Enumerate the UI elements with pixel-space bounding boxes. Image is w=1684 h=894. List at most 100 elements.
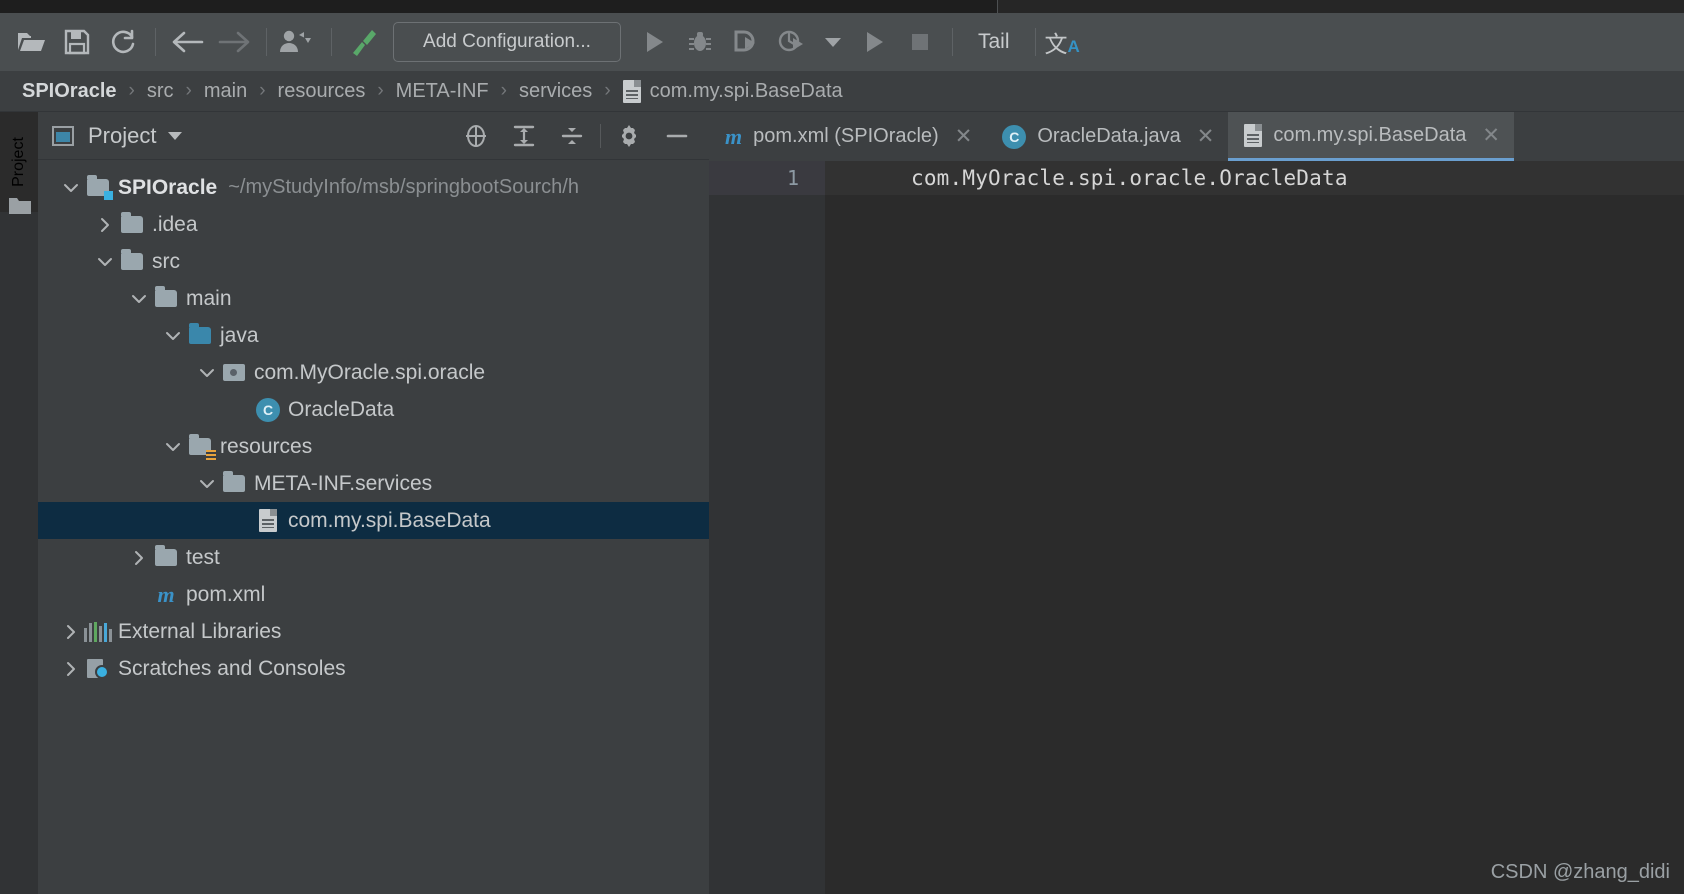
editor-line-number: 1	[709, 161, 825, 195]
back-arrow-icon[interactable]	[165, 20, 211, 64]
tree-row-main[interactable]: main	[38, 280, 709, 317]
tree-row-external-libraries[interactable]: External Libraries	[38, 613, 709, 650]
translate-icon[interactable]: 文A	[1045, 25, 1080, 59]
user-dropdown-icon[interactable]	[276, 20, 322, 64]
tree-twisty-collapsed[interactable]	[58, 661, 84, 677]
tree-twisty-expanded[interactable]	[92, 254, 118, 270]
project-panel-actions	[452, 112, 701, 160]
tree-row-path: ~/myStudyInfo/msb/springbootSourch/h	[228, 176, 579, 198]
tree-row-label: main	[186, 286, 232, 310]
breadcrumb-item-2[interactable]: main	[204, 80, 247, 103]
breadcrumb-file[interactable]: com.my.spi.BaseData	[622, 79, 843, 103]
close-icon[interactable]: ✕	[955, 124, 973, 149]
gear-settings-icon[interactable]	[605, 112, 653, 160]
breadcrumb: SPIOracle › src › main › resources › MET…	[0, 71, 1684, 112]
tree-twisty-expanded[interactable]	[194, 365, 220, 381]
add-configuration-button[interactable]: Add Configuration...	[393, 22, 621, 62]
breadcrumb-item-5[interactable]: services	[519, 80, 592, 103]
open-folder-icon[interactable]	[8, 20, 54, 64]
tree-row-oracledata[interactable]: C OracleData	[38, 391, 709, 428]
chevron-down-icon[interactable]	[168, 131, 183, 140]
tree-row-com-myoracle-spi-oracle[interactable]: com.MyOracle.spi.oracle	[38, 354, 709, 391]
close-icon[interactable]: ✕	[1482, 123, 1500, 148]
tree-twisty-expanded[interactable]	[160, 328, 186, 344]
editor-tab-pom-xml-spioracle-[interactable]: m pom.xml (SPIOracle) ✕	[709, 112, 986, 161]
chevron-down-icon[interactable]	[815, 20, 851, 64]
expand-all-icon[interactable]	[500, 112, 548, 160]
tree-row-scratches-and-consoles[interactable]: Scratches and Consoles	[38, 650, 709, 687]
tree-row-pom-xml[interactable]: m pom.xml	[38, 576, 709, 613]
tail-button[interactable]: Tail	[962, 30, 1026, 54]
build-hammer-icon[interactable]	[341, 20, 387, 64]
run-icon[interactable]	[631, 20, 677, 64]
tree-row-src[interactable]: src	[38, 243, 709, 280]
tree-row-label: SPIOracle	[118, 175, 218, 199]
editor-tab-com-my-spi-basedata[interactable]: com.my.spi.BaseData ✕	[1228, 112, 1514, 161]
hide-panel-icon[interactable]	[653, 112, 701, 160]
stop-icon[interactable]	[897, 20, 943, 64]
source-root-folder-icon	[189, 323, 211, 344]
sidebar-tab-project-label: Project	[10, 137, 27, 187]
tree-row-label: resources	[220, 434, 313, 458]
profiler-icon[interactable]	[769, 20, 815, 64]
java-class-icon: C	[256, 397, 280, 422]
toolbar-separator	[331, 28, 332, 56]
tree-twisty-expanded[interactable]	[194, 476, 220, 492]
project-view-icon	[52, 125, 74, 146]
breadcrumb-item-0[interactable]: SPIOracle	[22, 80, 117, 103]
breadcrumb-separator: ›	[377, 80, 384, 101]
tree-row-resources[interactable]: resources	[38, 428, 709, 465]
text-file-icon	[259, 509, 277, 532]
resource-root-folder-icon	[189, 434, 216, 460]
editor-area: m pom.xml (SPIOracle) ✕ C OracleData.java ✕ co…	[709, 112, 1684, 894]
tree-row--idea[interactable]: .idea	[38, 206, 709, 243]
editor-tab-bar: m pom.xml (SPIOracle) ✕ C OracleData.java ✕ co…	[709, 112, 1684, 161]
breadcrumb-item-3[interactable]: resources	[278, 80, 366, 103]
title-strip-divider	[997, 0, 998, 13]
breadcrumb-separator: ›	[500, 80, 507, 101]
tree-twisty-collapsed[interactable]	[92, 217, 118, 233]
close-icon[interactable]: ✕	[1197, 124, 1215, 149]
tree-row-meta-inf-services[interactable]: META-INF.services	[38, 465, 709, 502]
translate-cn-glyph: 文	[1044, 31, 1068, 57]
tree-row-java[interactable]: java	[38, 317, 709, 354]
locate-target-icon[interactable]	[452, 112, 500, 160]
forward-arrow-icon[interactable]	[211, 20, 257, 64]
editor-code-area[interactable]	[825, 161, 1684, 894]
tree-row-label: Scratches and Consoles	[118, 656, 346, 680]
collapse-all-icon[interactable]	[548, 112, 596, 160]
tree-row-label: com.my.spi.BaseData	[288, 508, 491, 532]
editor-tab-label: com.my.spi.BaseData	[1273, 123, 1467, 146]
maven-icon: m	[725, 123, 743, 149]
tree-twisty-expanded[interactable]	[58, 180, 84, 196]
editor-line-text[interactable]: com.MyOracle.spi.oracle.OracleData	[825, 161, 1348, 195]
sync-refresh-icon[interactable]	[100, 20, 146, 64]
tree-row-com-my-spi-basedata[interactable]: com.my.spi.BaseData	[38, 502, 709, 539]
left-strip-folder-icon[interactable]	[8, 196, 32, 216]
idea-window: Add Configuration... Tail 文 A SPIOracle …	[0, 0, 1684, 894]
editor-tab-oracledata-java[interactable]: C OracleData.java ✕	[986, 112, 1228, 161]
maven-icon: m	[157, 581, 175, 607]
breadcrumb-item-4[interactable]: META-INF	[396, 80, 489, 103]
folder-icon	[121, 249, 143, 270]
left-tool-strip	[0, 112, 38, 894]
tree-twisty-expanded[interactable]	[126, 291, 152, 307]
debug-icon[interactable]	[677, 20, 723, 64]
project-panel-header: Project	[38, 112, 709, 160]
translate-a-glyph: A	[1067, 37, 1080, 56]
save-all-icon[interactable]	[54, 20, 100, 64]
run-with-coverage-icon[interactable]	[723, 20, 769, 64]
folder-icon	[121, 212, 143, 233]
breadcrumb-item-1[interactable]: src	[147, 80, 174, 103]
text-file-icon	[622, 79, 641, 103]
tree-row-test[interactable]: test	[38, 539, 709, 576]
tree-twisty-collapsed[interactable]	[126, 550, 152, 566]
tree-twisty-collapsed[interactable]	[58, 624, 84, 640]
tree-twisty-expanded[interactable]	[160, 439, 186, 455]
editor-gutter	[709, 161, 825, 894]
tree-row-label: .idea	[152, 212, 198, 236]
tree-row-spioracle[interactable]: SPIOracle ~/myStudyInfo/msb/springbootSou…	[38, 169, 709, 206]
tree-row-label: External Libraries	[118, 619, 282, 643]
run-icon-2[interactable]	[851, 20, 897, 64]
tree-row-label: META-INF.services	[254, 471, 433, 495]
